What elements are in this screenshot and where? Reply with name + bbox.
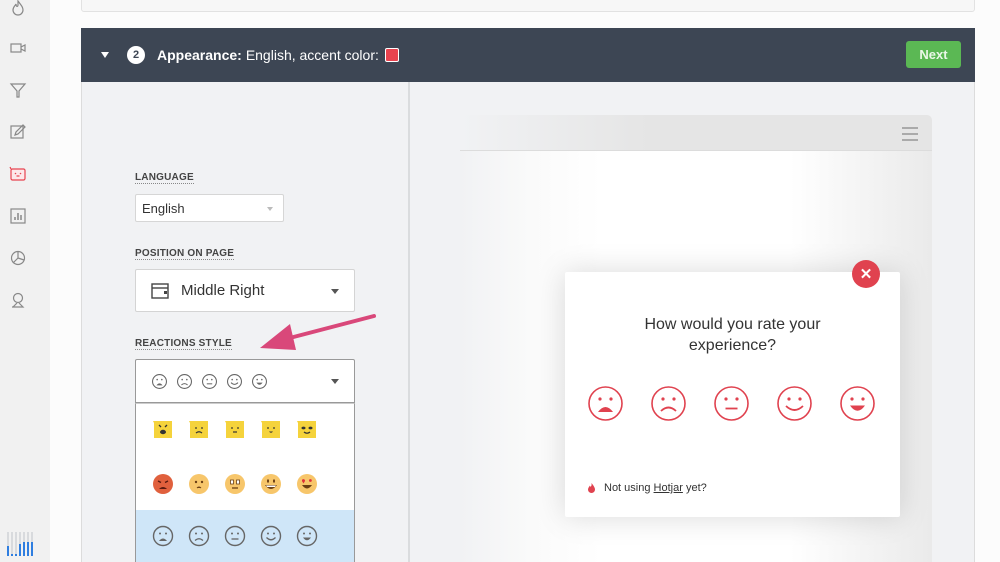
- feedback-popup: ✕ How would you rate your experience? No…: [565, 260, 900, 517]
- reactions-style-label: REACTIONS STYLE: [135, 338, 232, 350]
- rating-neutral-icon[interactable]: [713, 385, 750, 422]
- panel-divider: [408, 82, 410, 562]
- feedback-face-icon[interactable]: [6, 162, 30, 186]
- position-select[interactable]: Middle Right: [135, 269, 355, 312]
- chevron-down-icon: [331, 379, 339, 384]
- like-yellow-emoji-icon: [261, 421, 280, 438]
- neutral-outline-emoji-icon: [224, 525, 246, 547]
- heart-eyes-color-emoji-icon: [297, 474, 317, 494]
- accent-color-swatch: [384, 48, 399, 62]
- hate-yellow-emoji-icon: [153, 421, 172, 438]
- step-title: Appearance:: [157, 47, 242, 63]
- position-value: Middle Right: [181, 282, 265, 299]
- preview-browser-bar: [460, 115, 932, 151]
- main-content: 2 Appearance: English, accent color: Nex…: [50, 0, 1000, 562]
- rating-like-icon[interactable]: [776, 385, 813, 422]
- like-outline-emoji-icon: [227, 373, 242, 389]
- reactions-style-select[interactable]: [135, 359, 355, 403]
- grin-color-emoji-icon: [261, 474, 281, 494]
- hotjar-link[interactable]: Hotjar: [654, 482, 683, 494]
- widget-preview: ✕ How would you rate your experience? No…: [460, 115, 932, 562]
- neutral-outline-emoji-icon: [202, 373, 217, 389]
- chevron-down-icon: [331, 288, 339, 294]
- reactions-option-yellow-square[interactable]: [136, 404, 354, 456]
- sidebar: [0, 0, 50, 562]
- funnel-icon[interactable]: [6, 78, 30, 102]
- collapse-caret-icon[interactable]: [101, 52, 109, 58]
- sad-color-emoji-icon: [189, 474, 209, 494]
- footer-prefix: Not using: [604, 482, 651, 494]
- appearance-panel: LANGUAGE English POSITION ON PAGE Middle…: [81, 82, 975, 562]
- love-yellow-emoji-icon: [297, 421, 316, 438]
- hamburger-menu-icon: [902, 127, 918, 141]
- signal-bars-icon: [7, 532, 33, 556]
- edit-form-icon[interactable]: [6, 120, 30, 144]
- step-summary: English, accent color:: [245, 47, 379, 63]
- rating-faces: [587, 385, 876, 422]
- user-icon[interactable]: [6, 288, 30, 312]
- rating-love-icon[interactable]: [839, 385, 876, 422]
- close-icon[interactable]: ✕: [852, 260, 880, 288]
- dislike-outline-emoji-icon: [188, 525, 210, 547]
- hate-outline-emoji-icon: [152, 373, 167, 389]
- pie-chart-icon[interactable]: [6, 246, 30, 270]
- rating-dislike-icon[interactable]: [650, 385, 687, 422]
- angry-color-emoji-icon: [153, 474, 173, 494]
- powered-by-note: Not using Hotjar yet?: [587, 482, 707, 494]
- chevron-down-icon: [267, 207, 273, 211]
- position-label: POSITION ON PAGE: [135, 248, 235, 260]
- hate-outline-emoji-icon: [152, 525, 174, 547]
- like-outline-emoji-icon: [260, 525, 282, 547]
- reactions-option-outline-selected[interactable]: [136, 510, 354, 562]
- bar-chart-icon[interactable]: [6, 204, 30, 228]
- window-position-icon: [151, 282, 169, 299]
- annotation-arrow: [260, 314, 376, 350]
- hotjar-flame-icon: [588, 483, 595, 493]
- reactions-option-color-emoji[interactable]: [136, 458, 354, 510]
- neutral-yellow-emoji-icon: [225, 421, 244, 438]
- reactions-style-options: [135, 403, 355, 562]
- next-button[interactable]: Next: [906, 41, 961, 68]
- video-camera-icon[interactable]: [6, 36, 30, 60]
- previous-step-card: [81, 0, 975, 12]
- dislike-outline-emoji-icon: [177, 373, 192, 389]
- flame-icon[interactable]: [6, 0, 30, 20]
- language-label: LANGUAGE: [135, 172, 194, 184]
- footer-suffix: yet?: [685, 482, 707, 494]
- feedback-question: How would you rate your experience?: [644, 316, 821, 354]
- rating-hate-icon[interactable]: [587, 385, 624, 422]
- love-outline-emoji-icon: [296, 525, 318, 547]
- language-select[interactable]: English: [135, 194, 284, 222]
- love-outline-emoji-icon: [252, 373, 267, 389]
- language-value: English: [142, 201, 185, 216]
- step-header[interactable]: 2 Appearance: English, accent color: Nex…: [81, 28, 975, 82]
- step-number-badge: 2: [127, 46, 145, 64]
- neutral-color-emoji-icon: [225, 474, 245, 494]
- dislike-yellow-emoji-icon: [189, 421, 208, 438]
